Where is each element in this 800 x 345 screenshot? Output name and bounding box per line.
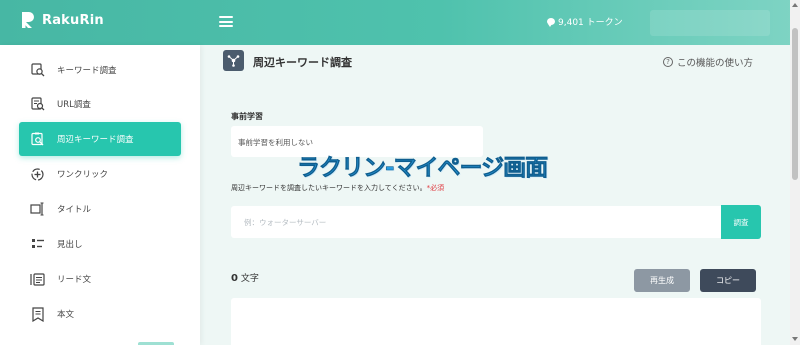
url-search-icon [30,97,45,112]
chat-bubble-icon [547,18,555,27]
sidebar-item-one-click[interactable]: ワンクリック [19,157,181,191]
sidebar-item-label: URL調査 [57,100,91,110]
keyword-label: 周辺キーワードを調査したいキーワードを入力してください。*必須 [231,183,444,193]
related-keyword-icon [30,132,45,147]
sidebar-item-label: 周辺キーワード調査 [57,135,134,145]
sidebar-item-label: キーワード調査 [57,66,117,76]
body-text-icon [30,306,45,322]
heading-icon [30,237,45,252]
sidebar-item-keyword-search[interactable]: キーワード調査 [19,53,181,87]
sidebar-item-related-keywords[interactable]: 周辺キーワード調査 [19,122,181,156]
overlay-caption: ラクリン-マイページ画面 [297,155,549,182]
sidebar-item-label: 本文 [57,310,75,320]
keyword-search-icon [30,63,45,78]
menu-toggle-icon[interactable] [219,16,233,27]
token-count: 9,401 トークン [558,18,623,28]
scroll-up-arrow-icon[interactable] [792,3,798,7]
lead-text-icon [30,272,45,287]
sidebar-item-heading[interactable]: 見出し [19,227,181,261]
sidebar-item-label: ワンクリック [57,170,109,180]
search-button[interactable]: 調査 [721,205,761,239]
regenerate-button[interactable]: 再生成 [634,269,690,292]
related-keyword-title-icon [223,50,244,71]
sidebar: キーワード調査 URL調査 周辺キーワード調査 ワンクリック タイトル 見出し [0,45,200,345]
title-icon [30,202,45,217]
scroll-down-arrow-icon[interactable] [792,337,798,341]
top-header: RakuRin 9,401 トークン [0,0,800,45]
one-click-icon [30,167,45,182]
scrollbar-thumb[interactable] [792,28,798,180]
help-link[interactable]: ? この機能の使い方 [662,55,753,69]
main-content: 周辺キーワード調査 ? この機能の使い方 事前学習 事前学習を利用しない 周辺キ… [200,45,790,345]
sidebar-item-label: タイトル [57,205,92,215]
user-menu[interactable] [650,10,770,36]
page-title: 周辺キーワード調査 [253,56,352,69]
page-scrollbar[interactable] [790,0,800,345]
token-balance: 9,401 トークン [547,15,623,28]
keyword-label-text: 周辺キーワードを調査したいキーワードを入力してください。 [231,184,427,192]
app-name: RakuRin [42,12,104,28]
sidebar-item-label: 見出し [57,240,83,250]
logo-icon [22,12,34,28]
sidebar-item-lead-text[interactable]: リード文 [19,262,181,296]
required-mark: *必須 [426,184,445,192]
copy-button[interactable]: コピー [700,269,756,292]
output-area[interactable] [231,298,761,345]
sidebar-item-body-text[interactable]: 本文 [19,297,181,331]
sidebar-item-title[interactable]: タイトル [19,192,181,226]
pretraining-label: 事前学習 [231,112,263,121]
question-icon: ? [662,57,673,67]
help-link-label: この機能の使い方 [676,58,753,69]
logo[interactable]: RakuRin [20,11,104,29]
sidebar-item-label: リード文 [57,275,92,285]
character-count-unit: 文字 [240,274,259,284]
keyword-input[interactable] [231,206,721,238]
character-count: 0 文字 [231,271,259,284]
sidebar-item-url-search[interactable]: URL調査 [19,87,181,121]
character-count-value: 0 [231,273,238,284]
